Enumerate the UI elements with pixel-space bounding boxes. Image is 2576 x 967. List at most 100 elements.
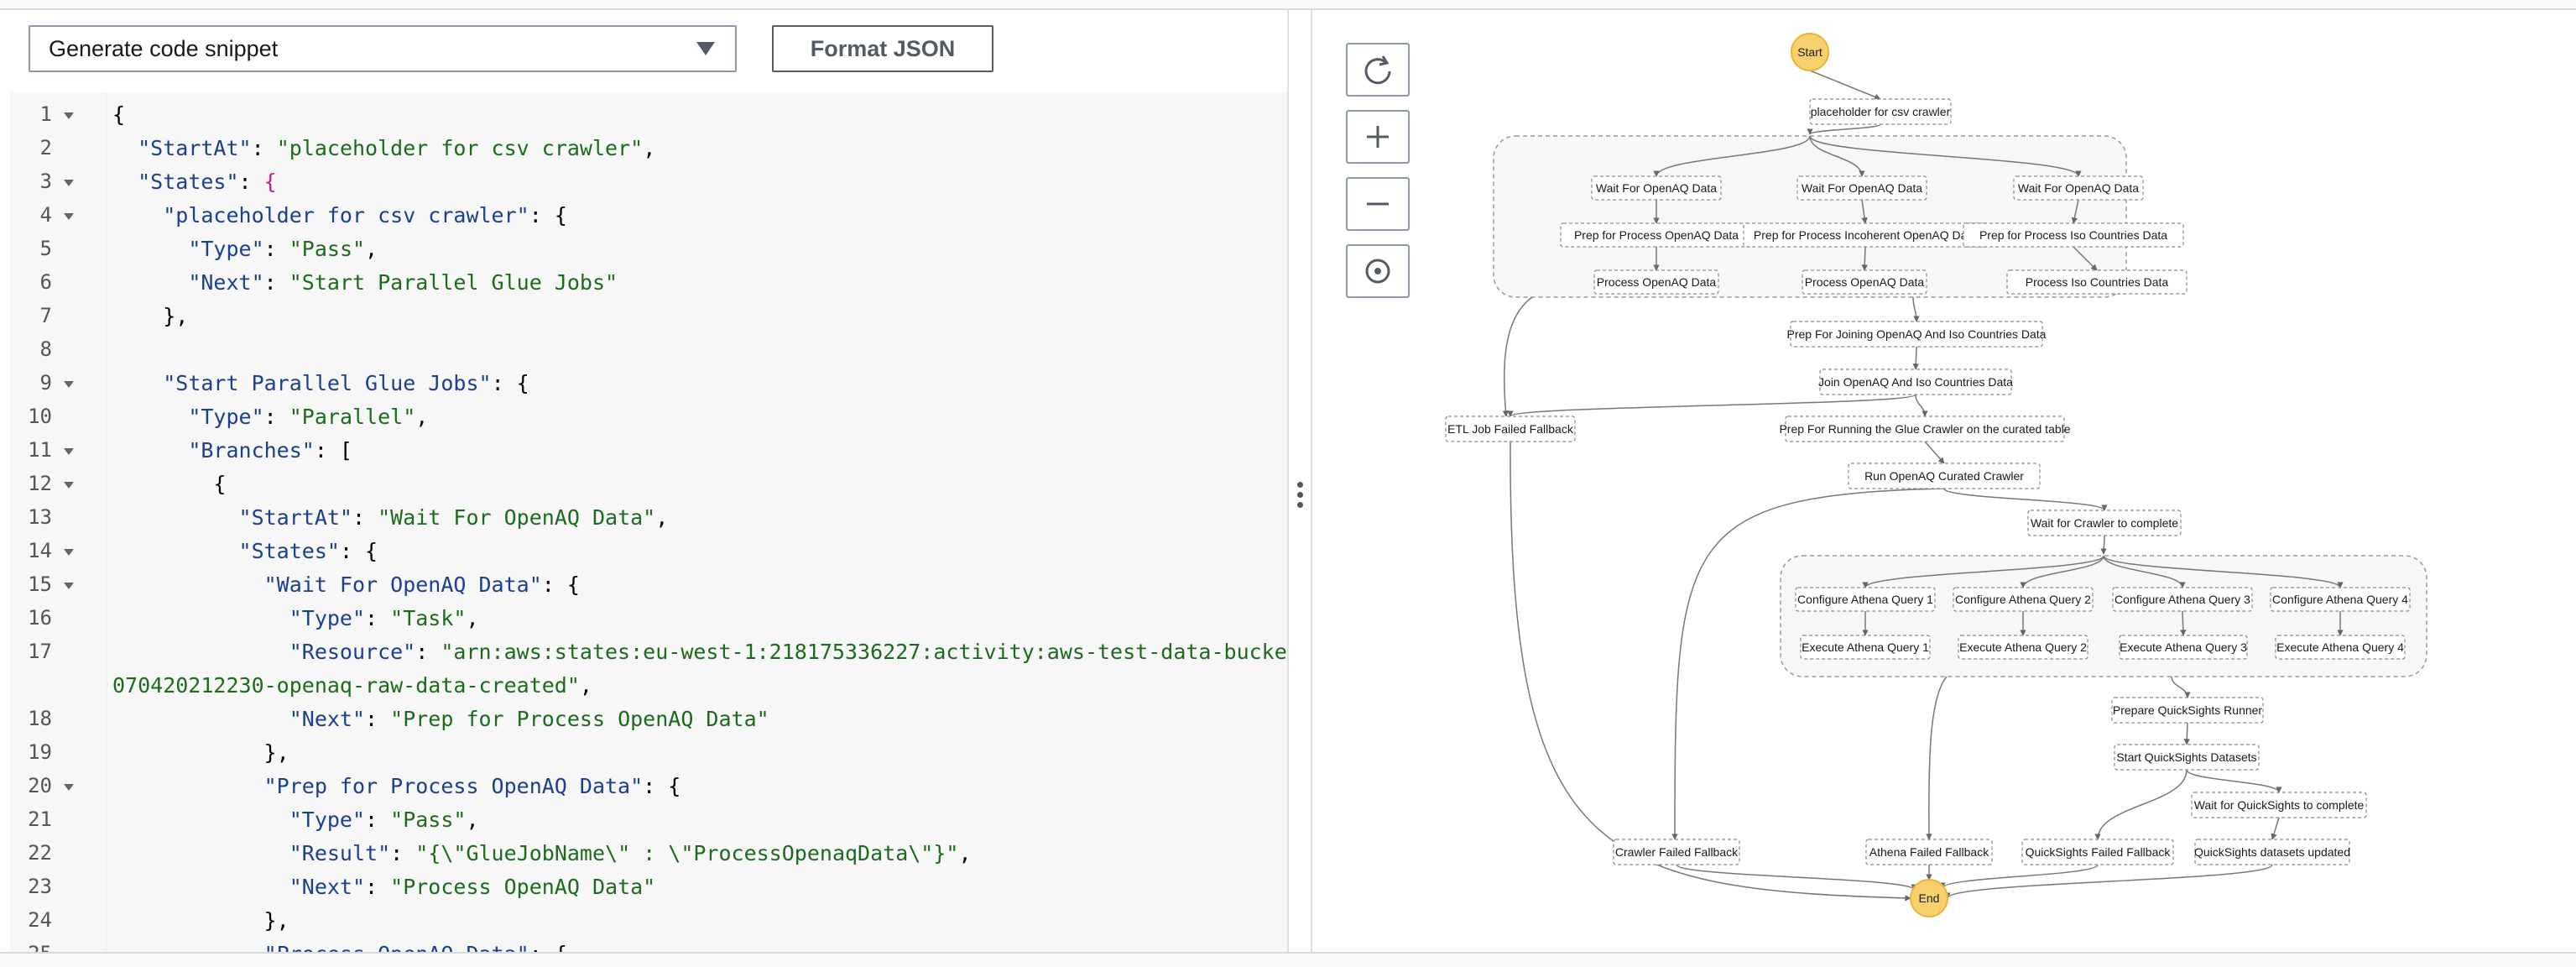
caret-down-icon <box>696 42 715 55</box>
state-node-startQS[interactable]: Start QuickSights Datasets <box>2114 744 2260 771</box>
state-node-proc3[interactable]: Process Iso Countries Data <box>2006 269 2188 295</box>
line-number: 4 <box>39 203 52 227</box>
state-node-label: Configure Athena Query 2 <box>1955 593 2091 606</box>
fold-arrow-icon[interactable] <box>64 112 74 119</box>
json-string: "Pass" <box>289 237 366 261</box>
json-punctuation: : <box>263 405 289 429</box>
state-node-exe3[interactable]: Execute Athena Query 3 <box>2119 635 2248 660</box>
code-editor[interactable]: 1{2 "StartAt": "placeholder for csv craw… <box>10 92 1287 962</box>
json-punctuation: : [ <box>314 438 352 463</box>
state-machine-graph[interactable]: placeholder for csv crawler Wait For Open… <box>1312 10 2576 952</box>
definition-editor-pane: Generate code snippet Format JSON 1{2 "S… <box>0 10 1287 962</box>
json-punctuation <box>112 203 163 227</box>
graph-edge <box>1926 676 1948 840</box>
graph-edge <box>1915 394 1928 417</box>
code-text: "StartAt": "Wait For OpenAQ Data", <box>112 505 669 530</box>
state-node-cfg2[interactable]: Configure Athena Query 2 <box>1953 587 2094 612</box>
pane-resize-handle[interactable] <box>1287 10 1312 952</box>
state-node-etlFail[interactable]: ETL Job Failed Fallback <box>1445 416 1576 442</box>
state-node-proc2[interactable]: Process OpenAQ Data <box>1802 269 1927 295</box>
state-node-label: Run OpenAQ Curated Crawler <box>1864 469 2024 483</box>
state-node-prepJoin[interactable]: Prep For Joining OpenAQ And Iso Countrie… <box>1787 321 2047 348</box>
code-text: "placeholder for csv crawler": { <box>112 203 567 227</box>
line-number: 11 <box>28 438 52 462</box>
line-number: 20 <box>28 774 52 797</box>
state-node-prepQS[interactable]: Prepare QuickSights Runner <box>2111 697 2264 724</box>
state-node-athenaFail[interactable]: Athena Failed Fallback <box>1865 839 1993 865</box>
state-node-label: Process Iso Countries Data <box>2026 275 2169 289</box>
state-node-cfg3[interactable]: Configure Athena Query 3 <box>2112 587 2253 612</box>
json-string: "Task" <box>390 606 467 630</box>
state-node-exe2[interactable]: Execute Athena Query 2 <box>1958 635 2088 660</box>
state-node-exe1[interactable]: Execute Athena Query 1 <box>1800 635 1931 660</box>
line-number: 23 <box>28 875 52 898</box>
json-punctuation: : <box>263 270 289 295</box>
state-node-waitQS[interactable]: Wait for QuickSights to complete <box>2191 792 2367 818</box>
start-node[interactable]: Start <box>1791 33 1829 71</box>
fold-arrow-icon[interactable] <box>64 549 74 556</box>
code-text: "Type": "Pass", <box>112 808 479 832</box>
state-node-prep1[interactable]: Prep for Process OpenAQ Data <box>1560 222 1753 248</box>
state-node-cfg4[interactable]: Configure Athena Query 4 <box>2270 587 2411 612</box>
graph-edge <box>2183 722 2191 745</box>
state-node-label: Execute Athena Query 3 <box>2120 640 2247 654</box>
json-punctuation: : { <box>529 203 567 227</box>
state-node-label: Execute Athena Query 2 <box>1959 640 2087 654</box>
json-key: "Next" <box>289 707 366 731</box>
state-node-wait2[interactable]: Wait For OpenAQ Data <box>1796 175 1927 201</box>
state-node-label: Prep For Running the Glue Crawler on the… <box>1779 422 2070 436</box>
state-node-proc1[interactable]: Process OpenAQ Data <box>1593 269 1719 295</box>
state-node-prepCrawler[interactable]: Prep For Running the Glue Crawler on the… <box>1779 416 2071 442</box>
state-node-prep2[interactable]: Prep for Process Incoherent OpenAQ Data <box>1743 222 1988 248</box>
graph-edge <box>1676 864 1917 891</box>
generate-snippet-select-label: Generate code snippet <box>49 35 279 61</box>
code-text: "Wait For OpenAQ Data": { <box>112 572 580 597</box>
state-node-runCrawler[interactable]: Run OpenAQ Curated Crawler <box>1848 463 2041 489</box>
state-node-qsFail[interactable]: QuickSights Failed Fallback <box>2021 839 2174 865</box>
fold-arrow-icon[interactable] <box>64 180 74 186</box>
code-text: "Prep for Process OpenAQ Data": { <box>112 774 681 798</box>
state-node-crawlerFail[interactable]: Crawler Failed Fallback <box>1613 839 1740 865</box>
fold-arrow-icon[interactable] <box>64 213 74 220</box>
json-punctuation: }, <box>112 740 289 765</box>
state-node-cfg1[interactable]: Configure Athena Query 1 <box>1795 587 1936 612</box>
json-key: "Resource" <box>289 640 416 664</box>
end-node[interactable]: End <box>1910 879 1948 917</box>
state-node-label: Configure Athena Query 3 <box>2115 593 2250 606</box>
line-number: 3 <box>39 170 52 193</box>
state-node-label: Prep For Joining OpenAQ And Iso Countrie… <box>1787 327 2047 341</box>
code-line: 4 "placeholder for csv crawler": { <box>10 201 1277 235</box>
fold-arrow-icon[interactable] <box>64 482 74 489</box>
state-node-waitCrawler[interactable]: Wait for Crawler to complete <box>2027 510 2182 536</box>
fold-arrow-icon[interactable] <box>64 381 74 388</box>
graph-edge <box>2171 676 2191 698</box>
state-node-prep3[interactable]: Prep for Process Iso Countries Data <box>1963 222 2184 248</box>
generate-snippet-select[interactable]: Generate code snippet <box>29 25 737 72</box>
json-key: "StartAt" <box>238 505 352 530</box>
state-node-wait3[interactable]: Wait For OpenAQ Data <box>2013 175 2144 201</box>
code-line: 10 "Type": "Parallel", <box>10 403 1277 436</box>
state-node-qsDone[interactable]: QuickSights datasets updated <box>2194 839 2350 865</box>
line-number: 15 <box>28 572 52 596</box>
json-punctuation: : <box>238 170 264 194</box>
json-key: "Type" <box>289 808 366 832</box>
state-node-placeholder[interactable]: placeholder for csv crawler <box>1809 98 1952 125</box>
graph-edge <box>1912 296 1920 322</box>
fold-arrow-icon[interactable] <box>64 784 74 791</box>
fold-arrow-icon[interactable] <box>64 583 74 589</box>
state-node-join[interactable]: Join OpenAQ And Iso Countries Data <box>1818 369 2013 395</box>
code-line: 5 "Type": "Pass", <box>10 235 1277 269</box>
state-node-wait1[interactable]: Wait For OpenAQ Data <box>1591 175 1722 201</box>
format-json-button[interactable]: Format JSON <box>772 25 993 72</box>
code-text: "Resource": "arn:aws:states:eu-west-1:21… <box>112 640 1287 664</box>
code-text: "Type": "Pass", <box>112 237 378 261</box>
json-punctuation <box>112 875 289 899</box>
json-punctuation: , <box>466 606 479 630</box>
drag-handle-dot <box>1297 502 1303 508</box>
json-string: "Process OpenAQ Data" <box>390 875 656 899</box>
state-node-exe4[interactable]: Execute Athena Query 4 <box>2275 635 2406 660</box>
json-punctuation <box>112 539 239 563</box>
code-line: 18 "Next": "Prep for Process OpenAQ Data… <box>10 705 1277 739</box>
code-line: 3 "States": { <box>10 168 1277 201</box>
fold-arrow-icon[interactable] <box>64 448 74 455</box>
